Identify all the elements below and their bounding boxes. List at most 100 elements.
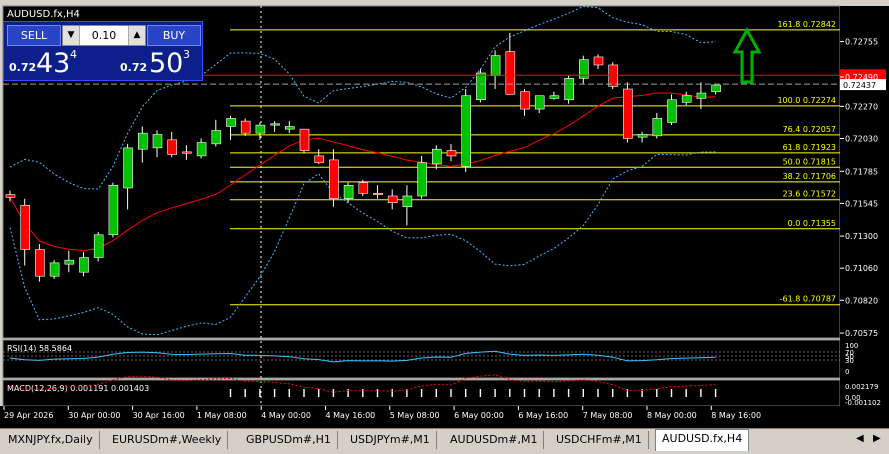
lot-size-stepper[interactable]: ▼ 0.10 ▲ (62, 25, 146, 46)
lot-size-input[interactable]: 0.10 (81, 26, 127, 45)
y-tick-label: 0.72490 (845, 73, 878, 82)
candle-body (520, 91, 530, 110)
candle-body (167, 139, 177, 155)
candle-body (431, 148, 442, 165)
candle-body (152, 134, 163, 149)
sell-price-fraction: 4 (70, 48, 77, 61)
candle-body (402, 195, 413, 207)
tab-mxnjpy-daily[interactable]: MXNJPY.fx,Daily (2, 431, 100, 449)
x-tick-label: 8 May 16:00 (711, 411, 761, 420)
y-tick-label: 0.72270 (845, 102, 878, 111)
candle-body (79, 257, 89, 273)
fib-level-label: 61.8 0.71923 (783, 143, 836, 152)
x-tick-label: 4 May 00:00 (261, 411, 311, 420)
x-tick-label: 6 May 16:00 (518, 411, 568, 420)
candle-body (138, 132, 148, 150)
macd-label: MACD(12,26,9) 0.001191 0.001403 (7, 384, 149, 393)
candle-body (711, 84, 721, 93)
candle-body (667, 99, 677, 123)
macd-tick-label: 0.002179 (845, 383, 878, 391)
candle-body (93, 234, 104, 258)
candle-body (623, 88, 633, 139)
x-tick-label: 4 May 16:00 (326, 411, 376, 420)
sell-price-prefix: 0.72 (9, 61, 37, 74)
fib-level-label: -61.8 0.70787 (780, 295, 836, 304)
lot-decrease-icon[interactable]: ▼ (63, 26, 80, 45)
candle-body (270, 123, 280, 126)
y-tick-label: 0.72755 (845, 38, 878, 47)
y-tick-label: 0.71300 (845, 232, 878, 241)
candle-body (255, 124, 266, 134)
candle-body (196, 142, 207, 157)
candle-body (681, 95, 692, 103)
candle-body (299, 128, 310, 151)
candle-body (696, 92, 707, 99)
candle-body (373, 193, 383, 195)
candle-body (417, 162, 427, 197)
x-tick-label: 1 May 08:00 (197, 411, 247, 420)
candle-body (211, 130, 222, 145)
y-tick-label: 0.71785 (845, 167, 878, 176)
tab-eurusdm-weekly[interactable]: EURUSDm#,Weekly (106, 431, 229, 449)
candle-body (108, 185, 119, 236)
buy-price[interactable]: 0.72 50 3 (118, 47, 200, 79)
sell-button[interactable]: SELL (7, 25, 61, 46)
candle-body (534, 95, 545, 110)
sell-price-big: 43 (36, 48, 71, 79)
chart-title: AUDUSD.fx,H4 (7, 9, 80, 20)
candle-body (593, 56, 604, 66)
x-tick-label: 6 May 00:00 (454, 411, 504, 420)
rsi-label: RSI(14) 58.5864 (7, 344, 72, 353)
candle-body (358, 182, 369, 194)
candle-body (314, 155, 325, 163)
y-tick-label: 0.71060 (845, 264, 878, 273)
candle-body (182, 151, 192, 154)
candle-body (329, 159, 339, 199)
fib-level-label: 76.4 0.72057 (783, 125, 836, 134)
tab-usdchfm-m1[interactable]: USDCHFm#,M1 (550, 431, 649, 449)
candle-body (476, 72, 486, 101)
x-tick-label: 5 May 08:00 (390, 411, 440, 420)
y-tick-label: 0.70820 (845, 296, 878, 305)
x-tick-label: 30 Apr 00:00 (68, 411, 120, 420)
candle-body (240, 120, 251, 134)
x-tick-label: 29 Apr 2026 (4, 411, 53, 420)
x-tick-label: 30 Apr 16:00 (133, 411, 185, 420)
candle-body (49, 262, 60, 277)
y-tick-label: 0.71545 (845, 199, 878, 208)
chart-tabs-bar: MXNJPY.fx,Daily EURUSDm#,Weekly GBPUSDm#… (0, 428, 889, 454)
candle-body (549, 95, 560, 99)
fib-level-label: 38.2 0.71706 (783, 172, 836, 181)
tab-usdjpym-m1[interactable]: USDJPYm#,M1 (344, 431, 437, 449)
candle-body (564, 78, 574, 101)
candle-body (20, 205, 31, 250)
buy-price-fraction: 3 (183, 48, 190, 61)
candle-body (64, 259, 75, 265)
candle-body (343, 185, 354, 199)
buy-price-prefix: 0.72 (120, 61, 148, 74)
candle-body (652, 118, 663, 137)
fib-level-label: 161.8 0.72842 (777, 20, 836, 29)
tabs-scroll-left-icon[interactable]: ◀ (856, 433, 864, 444)
x-tick-label: 7 May 08:00 (583, 411, 633, 420)
candle-body (637, 134, 648, 138)
candle-body (461, 95, 472, 167)
fib-level-label: 0.0 0.71355 (788, 219, 836, 228)
current-price-label: 0.72437 (843, 81, 876, 90)
candle-body (505, 51, 516, 95)
candle-body (35, 249, 45, 277)
chart-window[interactable]: AUDUSD.fx,H4 161.8 0.72842 100.0 0.72274 76… (0, 0, 889, 454)
tab-audusd-h4[interactable]: AUDUSD.fx,H4 (655, 429, 750, 451)
buy-button[interactable]: BUY (147, 25, 201, 46)
y-tick-label: 0.72030 (845, 135, 878, 144)
lot-increase-icon[interactable]: ▲ (128, 26, 145, 45)
tabs-scroll-right-icon[interactable]: ▶ (873, 433, 881, 444)
y-tick-label: 0.70575 (845, 329, 878, 338)
candle-body (490, 55, 501, 76)
candle-body (387, 195, 398, 203)
sell-price[interactable]: 0.72 43 4 (7, 47, 99, 79)
rsi-pane (2, 339, 841, 379)
tab-audusdm-m1[interactable]: AUDUSDm#,M1 (444, 431, 545, 449)
fib-level-label: 100.0 0.72274 (777, 96, 836, 105)
tab-gbpusdm-h1[interactable]: GBPUSDm#,H1 (240, 431, 338, 449)
